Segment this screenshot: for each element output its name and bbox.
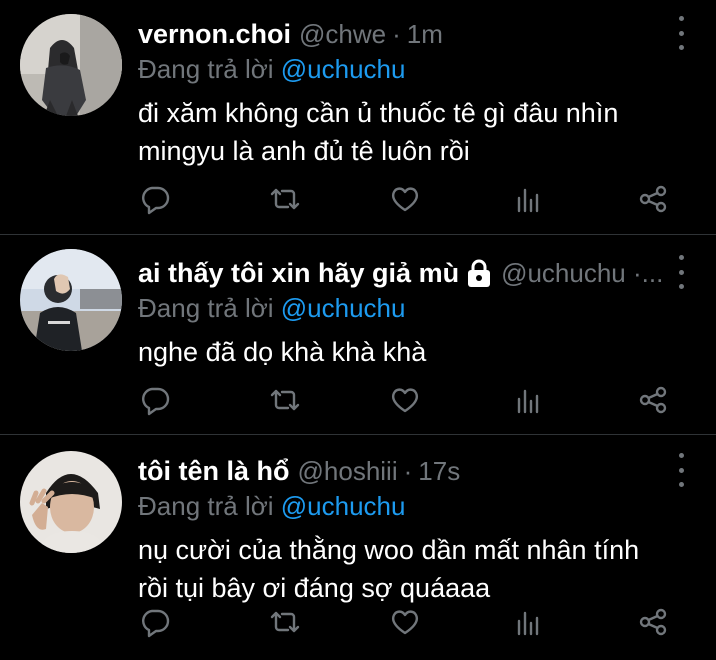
more-vertical-icon[interactable] <box>674 16 688 50</box>
tweet-actions <box>138 182 678 218</box>
tweet-body: vernon.choi @chwe · 1m Đang trả lời @uch… <box>138 16 656 170</box>
stats-icon <box>517 611 539 636</box>
retweet-button[interactable] <box>268 605 302 639</box>
replying-to: Đang trả lời @uchuchu <box>138 54 656 88</box>
retweet-button[interactable] <box>268 182 302 216</box>
share-icon <box>639 608 667 636</box>
tweet-body: ai thấy tôi xin hãy giả mù @uchuchu ·...… <box>138 255 663 371</box>
timestamp[interactable]: 17s <box>418 456 460 487</box>
stats-icon <box>517 188 539 213</box>
replying-to: Đang trả lời @uchuchu <box>138 293 656 327</box>
more-vertical-icon[interactable] <box>674 453 688 487</box>
reply-button[interactable] <box>138 605 172 639</box>
user-handle[interactable]: @chwe <box>299 19 386 50</box>
tweet-text: nụ cười của thằng woo dần mất nhân tính … <box>138 531 656 607</box>
tweet-text-line: nụ cười của thằng woo dần mất nhân tính <box>138 535 640 565</box>
like-button[interactable] <box>388 605 422 639</box>
display-name[interactable]: tôi tên là hổ <box>138 456 290 487</box>
tweet-text: đi xăm không cần ủ thuốc tê gì đâu nhìn … <box>138 94 656 170</box>
tweet-header: tôi tên là hổ @hoshiii · 17s <box>138 453 656 489</box>
replying-mention[interactable]: @uchuchu <box>281 54 406 84</box>
avatar[interactable] <box>20 14 122 116</box>
tweet[interactable]: tôi tên là hổ @hoshiii · 17s Đang trả lờ… <box>0 435 716 660</box>
stats-button[interactable] <box>511 383 545 417</box>
user-handle[interactable]: @hoshiii <box>298 456 398 487</box>
retweet-icon <box>270 611 300 633</box>
separator-dot: · <box>392 18 401 49</box>
tweet-header: vernon.choi @chwe · 1m <box>138 16 656 52</box>
like-button[interactable] <box>388 383 422 417</box>
avatar[interactable] <box>20 451 122 553</box>
separator-dot: · <box>403 455 413 486</box>
tweet-text-line: đi xăm không cần ủ thuốc tê gì đâu nhìn <box>138 98 619 128</box>
replying-mention[interactable]: @uchuchu <box>281 293 406 323</box>
replying-to: Đang trả lời @uchuchu <box>138 491 656 525</box>
lock-icon <box>465 258 493 288</box>
share-button[interactable] <box>636 383 670 417</box>
share-button[interactable] <box>636 605 670 639</box>
share-icon <box>639 386 667 414</box>
stats-icon <box>517 389 539 414</box>
tweet-text: nghe đã dọ khà khà khà <box>138 333 656 371</box>
reply-icon <box>142 609 170 638</box>
tweet-actions <box>138 383 678 419</box>
replying-prefix: Đang trả lời <box>138 54 281 84</box>
tweet[interactable]: ai thấy tôi xin hãy giả mù @uchuchu ·...… <box>0 235 716 435</box>
replying-mention[interactable]: @uchuchu <box>281 491 406 521</box>
reply-icon <box>142 387 170 416</box>
reply-icon <box>142 186 170 215</box>
tweet-body: tôi tên là hổ @hoshiii · 17s Đang trả lờ… <box>138 453 656 607</box>
heart-icon <box>391 388 419 413</box>
display-name[interactable]: vernon.choi <box>138 19 291 50</box>
tweet-feed: vernon.choi @chwe · 1m Đang trả lời @uch… <box>0 0 716 660</box>
heart-icon <box>391 610 419 635</box>
retweet-icon <box>270 188 300 210</box>
timestamp[interactable]: 1m <box>407 19 443 50</box>
tweet-header: ai thấy tôi xin hãy giả mù @uchuchu ·... <box>138 255 663 291</box>
heart-icon <box>391 187 419 212</box>
replying-prefix: Đang trả lời <box>138 293 281 323</box>
retweet-button[interactable] <box>268 383 302 417</box>
reply-button[interactable] <box>138 182 172 216</box>
like-button[interactable] <box>388 182 422 216</box>
more-vertical-icon[interactable] <box>674 255 688 289</box>
tweet-text-line: nghe đã dọ khà khà khà <box>138 337 427 367</box>
display-name[interactable]: ai thấy tôi xin hãy giả mù <box>138 258 459 289</box>
stats-button[interactable] <box>511 605 545 639</box>
tweet-actions <box>138 605 678 641</box>
avatar[interactable] <box>20 249 122 351</box>
replying-prefix: Đang trả lời <box>138 491 281 521</box>
user-handle[interactable]: @uchuchu ·... <box>501 258 663 289</box>
tweet-text-line: mingyu là anh đủ tê luôn rồi <box>138 136 470 166</box>
retweet-icon <box>270 389 300 411</box>
tweet-text-line: rồi tụi bây ơi đáng sợ quáaaa <box>138 573 491 603</box>
share-button[interactable] <box>636 182 670 216</box>
share-icon <box>639 185 667 213</box>
tweet[interactable]: vernon.choi @chwe · 1m Đang trả lời @uch… <box>0 0 716 235</box>
stats-button[interactable] <box>511 182 545 216</box>
reply-button[interactable] <box>138 383 172 417</box>
